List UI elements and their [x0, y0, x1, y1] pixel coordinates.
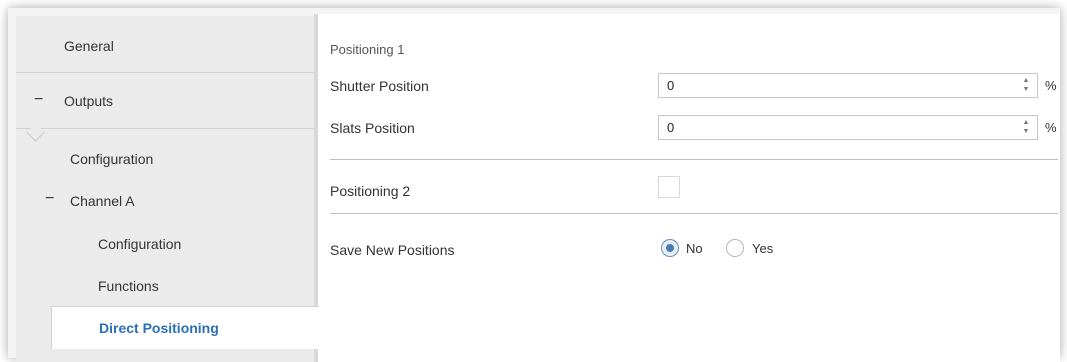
spin-up-icon[interactable]: ▲ [1021, 76, 1031, 85]
positioning-2-label: Positioning 2 [330, 183, 411, 199]
sidebar-item-outputs[interactable]: Outputs [64, 93, 113, 109]
save-yes-label[interactable]: Yes [752, 241, 773, 256]
sidebar-item-functions[interactable]: Functions [98, 278, 159, 294]
sidebar-item-label: Direct Positioning [99, 320, 219, 336]
slats-position-field[interactable]: 0 ▲ ▼ [658, 115, 1038, 140]
slats-unit-label: % [1045, 120, 1057, 135]
save-no-radio[interactable] [661, 239, 679, 257]
collapse-icon[interactable]: − [45, 190, 54, 208]
section-divider [330, 213, 1058, 214]
shutter-position-value: 0 [667, 78, 675, 93]
sidebar-divider-line [16, 72, 314, 73]
spin-down-icon[interactable]: ▼ [1021, 127, 1031, 136]
section-divider [330, 159, 1058, 160]
shutter-position-field[interactable]: 0 ▲ ▼ [658, 73, 1038, 98]
slats-spinner[interactable]: ▲ ▼ [1021, 118, 1031, 137]
sidebar-divider-line [16, 128, 314, 129]
sidebar-item-general[interactable]: General [64, 38, 114, 54]
shutter-spinner[interactable]: ▲ ▼ [1021, 76, 1031, 95]
save-yes-radio[interactable] [726, 239, 744, 257]
save-new-positions-label: Save New Positions [330, 242, 455, 258]
positioning-2-checkbox[interactable] [658, 176, 680, 198]
sidebar-item-channel-configuration[interactable]: Configuration [98, 236, 181, 252]
slats-position-value: 0 [667, 120, 675, 135]
spin-up-icon[interactable]: ▲ [1021, 118, 1031, 127]
slats-position-label: Slats Position [330, 120, 415, 136]
content-panel [318, 14, 1060, 362]
shutter-unit-label: % [1045, 78, 1057, 93]
section-title-positioning-1: Positioning 1 [330, 42, 405, 57]
sidebar-item-configuration[interactable]: Configuration [70, 151, 153, 167]
shutter-position-label: Shutter Position [330, 78, 429, 94]
save-no-label[interactable]: No [686, 241, 703, 256]
collapse-icon[interactable]: − [34, 91, 43, 109]
radio-selected-dot [666, 244, 674, 252]
spin-down-icon[interactable]: ▼ [1021, 85, 1031, 94]
sidebar-item-channel-a[interactable]: Channel A [70, 193, 135, 209]
sidebar-item-direct-positioning[interactable]: Direct Positioning [51, 306, 319, 349]
